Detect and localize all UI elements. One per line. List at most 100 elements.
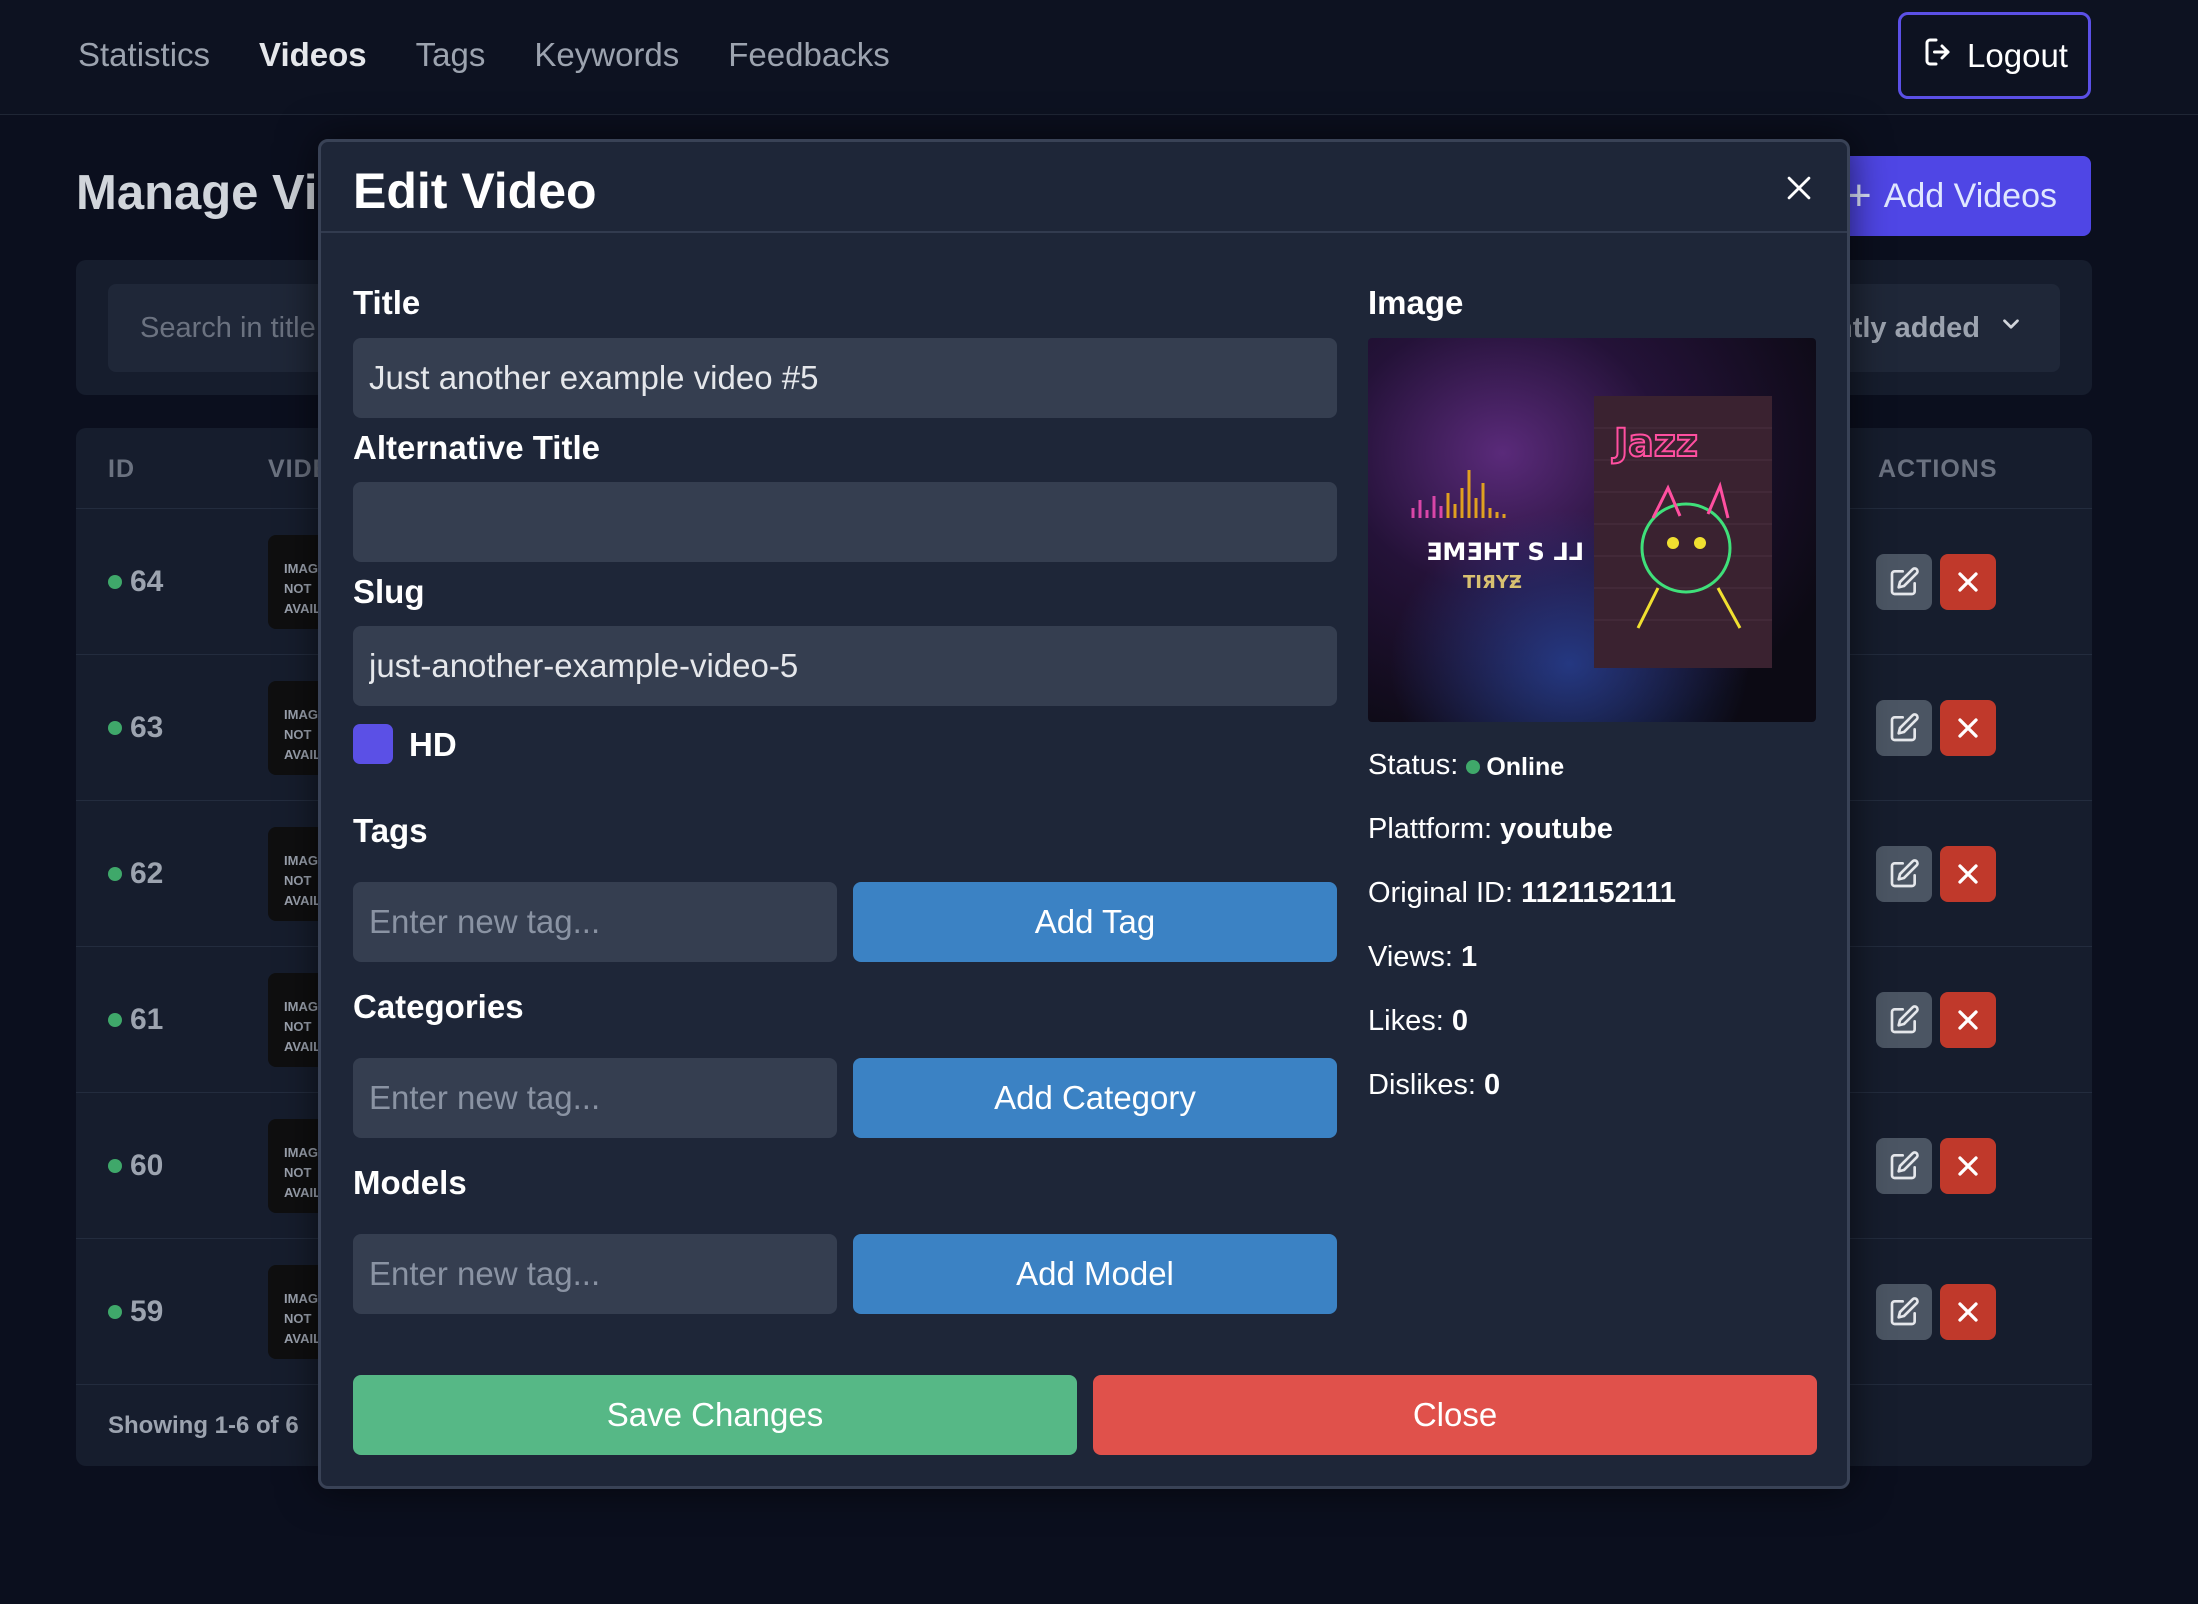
nav-link-feedbacks[interactable]: Feedbacks [728,36,889,74]
row-actions [1876,1284,1996,1340]
title-label: Title [353,284,421,321]
chevron-down-icon [1998,311,2024,345]
close-icon [1958,1156,1978,1176]
original-id-value: 1121152111 [1521,877,1676,909]
search-input[interactable]: Search in title [108,284,348,372]
close-icon [1787,176,1811,200]
svg-text:Jazz: Jazz [1611,421,1698,465]
row-id: 60 [108,1149,163,1183]
row-id: 64 [108,565,163,599]
svg-text:TIЯYƵ: TIЯYƵ [1463,572,1522,593]
video-thumbnail-image: ƎMƎHT S ⅃⅃ TIЯYƵ Jazz [1368,338,1816,722]
close-icon [1958,572,1978,592]
edit-icon [1890,1151,1919,1180]
category-input[interactable] [353,1058,837,1138]
row-actions [1876,992,1996,1048]
nav-link-videos[interactable]: Videos [259,36,367,74]
tags-label: Tags [353,812,428,849]
online-dot [108,575,122,589]
models-label: Models [353,1164,467,1201]
close-icon [1958,1302,1978,1322]
hd-checkbox[interactable] [353,724,393,764]
close-icon [1958,864,1978,884]
modal-header: Edit Video [321,142,1847,233]
row-id: 62 [108,857,163,891]
edit-icon [1890,567,1919,596]
delete-button[interactable] [1940,700,1996,756]
logout-icon [1921,34,1957,78]
top-navbar: Statistics Videos Tags Keywords Feedback… [0,0,2198,115]
online-dot [108,1305,122,1319]
edit-button[interactable] [1876,846,1932,902]
nav-link-tags[interactable]: Tags [416,36,486,74]
column-header-id: ID [108,455,135,483]
likes-value: 0 [1451,1005,1468,1037]
modal-title: Edit Video [353,163,597,219]
row-id: 63 [108,711,163,745]
original-id-line: Original ID: 1121152111 [1368,877,1676,909]
edit-video-modal: Edit Video Title Alternative Title Slug … [318,139,1850,1489]
page-title: Manage Videos [76,166,336,220]
alt-title-input[interactable] [353,482,1337,562]
hd-label: HD [409,726,457,763]
delete-button[interactable] [1940,1138,1996,1194]
edit-icon [1890,859,1919,888]
row-actions [1876,554,1996,610]
online-dot [108,1159,122,1173]
save-changes-button[interactable]: Save Changes [353,1375,1077,1455]
delete-button[interactable] [1940,1284,1996,1340]
add-category-button[interactable]: Add Category [853,1058,1337,1138]
views-line: Views: 1 [1368,941,1478,973]
row-actions [1876,846,1996,902]
dislikes-value: 0 [1484,1069,1501,1101]
edit-icon [1890,713,1919,742]
dislikes-line: Dislikes: 0 [1368,1069,1501,1101]
nav-link-keywords[interactable]: Keywords [534,36,679,74]
svg-text:ƎMƎHT S ⅃⅃: ƎMƎHT S ⅃⅃ [1426,538,1584,566]
logout-button[interactable]: Logout [1898,12,2091,99]
row-id: 59 [108,1295,163,1329]
edit-button[interactable] [1876,1138,1932,1194]
slug-input[interactable] [353,626,1337,706]
alt-title-label: Alternative Title [353,429,600,466]
model-input[interactable] [353,1234,837,1314]
online-dot [108,721,122,735]
modal-close-button[interactable] [1781,170,1817,206]
status-value: Online [1486,752,1565,781]
tag-input[interactable] [353,882,837,962]
add-model-button[interactable]: Add Model [853,1234,1337,1314]
edit-button[interactable] [1876,992,1932,1048]
online-dot [108,1013,122,1027]
edit-icon [1890,1005,1919,1034]
nav-links: Statistics Videos Tags Keywords Feedback… [78,36,890,74]
delete-button[interactable] [1940,992,1996,1048]
edit-icon [1890,1297,1919,1326]
edit-button[interactable] [1876,1284,1932,1340]
close-icon [1958,1010,1978,1030]
slug-label: Slug [353,573,425,610]
image-label: Image [1368,284,1464,321]
pagination-info: Showing 1-6 of 6 [108,1412,299,1439]
likes-line: Likes: 0 [1368,1005,1468,1037]
nav-link-statistics[interactable]: Statistics [78,36,210,74]
close-icon [1958,718,1978,738]
online-dot [1466,760,1481,774]
views-value: 1 [1460,941,1478,973]
online-dot [108,867,122,881]
edit-button[interactable] [1876,554,1932,610]
platform-value: youtube [1500,813,1613,845]
edit-button[interactable] [1876,700,1932,756]
delete-button[interactable] [1940,846,1996,902]
add-videos-button[interactable]: + Add Videos [1820,156,2091,236]
delete-button[interactable] [1940,554,1996,610]
platform-line: Plattform: youtube [1368,813,1613,845]
title-input[interactable] [353,338,1337,418]
status-line: Status: Online [1368,749,1565,781]
add-tag-button[interactable]: Add Tag [853,882,1337,962]
row-actions [1876,700,1996,756]
categories-label: Categories [353,988,524,1025]
column-header-video: VIDEO [268,455,318,483]
close-button[interactable]: Close [1093,1375,1817,1455]
row-id: 61 [108,1003,163,1037]
row-actions [1876,1138,1996,1194]
